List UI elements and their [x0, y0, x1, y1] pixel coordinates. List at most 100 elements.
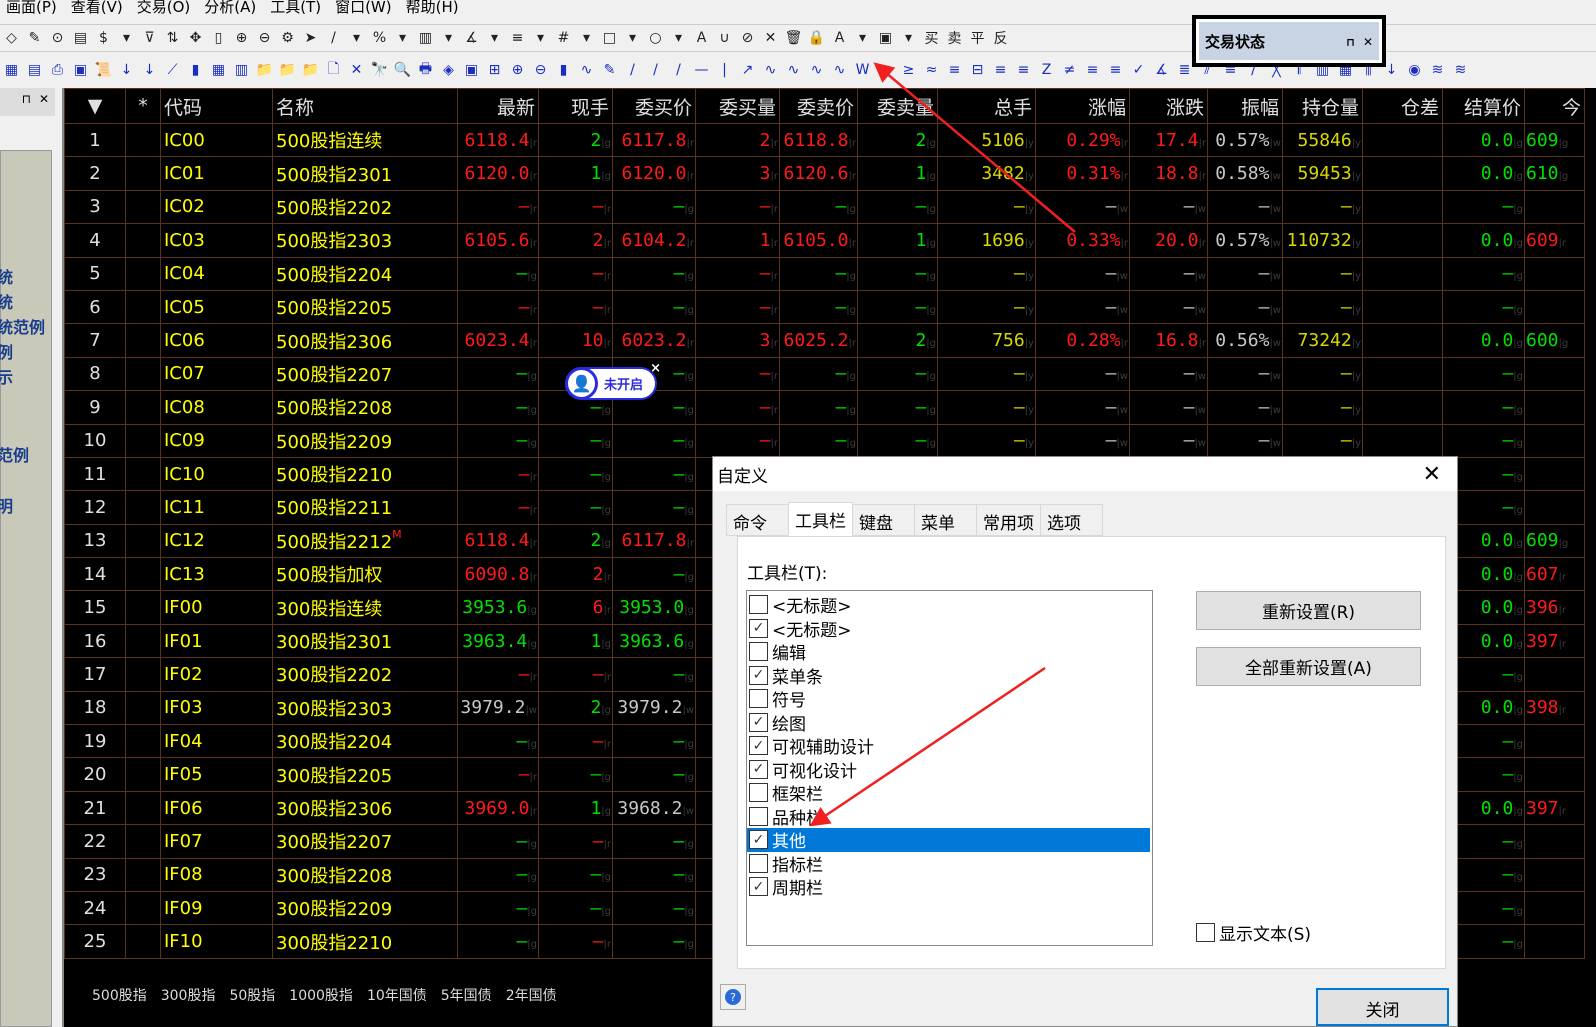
toolbar-button-icon[interactable]: ∿ — [575, 62, 598, 78]
toolbar-button-icon[interactable]: 反 — [989, 28, 1012, 48]
toolbar-button-icon[interactable]: ✓ — [1127, 62, 1150, 78]
toolbar-list-item[interactable]: ✓ 周期栏 — [747, 875, 1152, 899]
toolbar-button-icon[interactable]: ▾ — [851, 30, 874, 46]
checkbox[interactable] — [749, 806, 768, 826]
dialog-tab[interactable]: 选项 — [1040, 504, 1103, 536]
toolbar-list-item[interactable]: ✓ 菜单条 — [747, 664, 1152, 688]
toolbar-button-icon[interactable]: 📜 — [92, 62, 115, 78]
toolbar-button-icon[interactable]: ↗ — [736, 62, 759, 78]
toolbar-button-icon[interactable]: ≡ — [989, 62, 1012, 78]
column-header[interactable]: 现手 — [538, 88, 613, 124]
toolbar-button-icon[interactable]: ▤ — [23, 62, 46, 78]
category-tab[interactable]: 2年国债 — [506, 985, 557, 1005]
toolbar-button-icon[interactable]: 📁 — [276, 62, 299, 78]
toolbar-list-item[interactable]: ✓ 绘图 — [747, 711, 1152, 735]
toolbar-button-icon[interactable]: 🖶 — [414, 58, 437, 82]
toolbar-button-icon[interactable]: □ — [598, 30, 621, 46]
close-button[interactable]: 关闭 — [1316, 988, 1449, 1026]
table-row[interactable]: 3 IC02 500股指2202 —|r —|r —|g —|r —|g —|g —|y —|w —|… — [64, 189, 1585, 225]
dialog-tab[interactable]: 命令 — [726, 504, 789, 536]
toolbar-button-icon[interactable]: 买 — [920, 28, 943, 48]
toolbar-button-icon[interactable]: ⊖ — [253, 30, 276, 46]
toolbar-button-icon[interactable]: ▣ — [69, 62, 92, 78]
toolbar-list-item[interactable]: 品种栏 — [747, 805, 1152, 829]
toolbar-button-icon[interactable]: ≡ — [1012, 62, 1035, 78]
toolbar-button-icon[interactable]: ✕ — [345, 62, 368, 78]
column-header[interactable]: 振幅 — [1207, 88, 1283, 124]
reset-all-button[interactable]: 全部重新设置(A) — [1196, 647, 1421, 686]
dialog-tab[interactable]: 工具栏 — [788, 502, 853, 536]
table-row[interactable]: 2 IC01 500股指2301 6120.0|r 1|g 6120.0|r 3|r 6120… — [64, 156, 1585, 191]
category-tab[interactable]: 10年国债 — [367, 985, 427, 1005]
toolbar-list-item[interactable]: 框架栏 — [747, 781, 1152, 805]
toolbar-button-icon[interactable]: A — [690, 30, 713, 46]
toolbar-button-icon[interactable]: ⎙ — [46, 62, 69, 78]
tree-item[interactable]: 统 — [0, 289, 13, 313]
toolbar-list-item[interactable]: ✓ 可视化设计 — [747, 758, 1152, 782]
toolbar-button-icon[interactable]: 🗑 — [782, 30, 805, 46]
floating-widget[interactable]: 👤 未开启 × — [565, 361, 661, 400]
column-header[interactable]: ▼ — [64, 88, 126, 124]
checkbox-checked[interactable]: ✓ — [749, 877, 768, 897]
toolbar-button-icon[interactable]: 📁 — [299, 62, 322, 78]
toolbar-button-icon[interactable]: ▾ — [575, 30, 598, 46]
toolbar-button-icon[interactable]: ≈ — [920, 62, 943, 78]
column-header[interactable]: 委卖价 — [779, 88, 858, 124]
toolbar-button-icon[interactable]: — — [690, 62, 713, 78]
toolbar-button-icon[interactable]: ⊽ — [138, 30, 161, 46]
toolbar-button-icon[interactable]: ∡ — [1150, 62, 1173, 78]
column-header[interactable]: 委买价 — [612, 88, 696, 124]
column-header[interactable]: 涨幅 — [1035, 88, 1130, 124]
toolbar-button-icon[interactable]: ▦ — [0, 62, 23, 78]
dialog-tab[interactable]: 常用项 — [976, 504, 1041, 536]
toolbar-list-item[interactable]: ✓ <无标题> — [747, 617, 1152, 641]
toolbar-button-icon[interactable]: W — [851, 62, 874, 78]
menu-item[interactable]: 画面(P) — [6, 0, 57, 18]
toolbar-list-item[interactable]: <无标题> — [747, 593, 1152, 617]
toolbar-button-icon[interactable]: 🗋 — [322, 58, 345, 82]
column-header[interactable]: 名称 — [272, 88, 458, 124]
toolbar-button-icon[interactable]: ▦ — [207, 62, 230, 78]
toolbar-button-icon[interactable]: ∿ — [828, 62, 851, 78]
menu-item[interactable]: 交易(O) — [137, 0, 191, 18]
category-tab[interactable]: 300股指 — [161, 985, 216, 1005]
toolbar-button-icon[interactable]: ▣ — [874, 30, 897, 46]
toolbar-button-icon[interactable]: ≡ — [1081, 62, 1104, 78]
column-header[interactable]: 结算价 — [1442, 88, 1525, 124]
toolbar-button-icon[interactable]: / — [322, 30, 345, 46]
toolbar-list-item[interactable]: ✓ 可视辅助设计 — [747, 734, 1152, 758]
toolbar-button-icon[interactable]: ▾ — [529, 30, 552, 46]
tree-item[interactable]: 示 — [0, 364, 13, 388]
column-header[interactable]: 今 — [1524, 88, 1585, 124]
column-header[interactable]: 代码 — [160, 88, 273, 124]
toolbar-button-icon[interactable]: ⊕ — [230, 30, 253, 46]
checkbox-checked[interactable]: ✓ — [749, 759, 768, 779]
table-row[interactable]: 5 IC04 500股指2204 —|g —|r —|g —|r —|g —|g —|y —|w —|… — [64, 256, 1585, 291]
toolbar-button-icon[interactable]: / — [667, 62, 690, 78]
checkbox-checked[interactable]: ✓ — [749, 712, 768, 732]
menu-item[interactable]: 帮助(H) — [406, 0, 459, 18]
toolbar-button-icon[interactable]: ▾ — [115, 30, 138, 46]
toolbar-button-icon[interactable]: ≥ — [897, 62, 920, 78]
toolbar-button-icon[interactable]: ∿ — [805, 62, 828, 78]
column-header[interactable]: 持仓量 — [1282, 88, 1363, 124]
toolbar-button-icon[interactable]: ◉ — [1403, 62, 1426, 78]
toolbar-button-icon[interactable]: ∿ — [782, 62, 805, 78]
menu-item[interactable]: 分析(A) — [204, 0, 256, 18]
toolbar-button-icon[interactable]: ≡ — [1104, 62, 1127, 78]
close-icon[interactable]: ✕ — [39, 92, 49, 112]
checkbox[interactable] — [1196, 923, 1215, 942]
toolbar-button-icon[interactable]: ▮ — [184, 62, 207, 78]
toolbar-button-icon[interactable]: ➤ — [299, 30, 322, 46]
toolbar-button-icon[interactable]: ▾ — [897, 30, 920, 46]
tree-item[interactable]: 范例 — [0, 442, 29, 466]
tree-item[interactable]: 明 — [0, 493, 13, 517]
toolbar-button-icon[interactable]: A — [828, 30, 851, 46]
tree-item[interactable]: 统 — [0, 264, 13, 288]
toolbar-button-icon[interactable]: ≡ — [506, 30, 529, 46]
pin-icon[interactable]: ⊓ — [22, 92, 31, 112]
toolbar-button-icon[interactable]: ▾ — [437, 30, 460, 46]
toolbar-button-icon[interactable]: ⊙ — [46, 30, 69, 46]
checkbox[interactable] — [749, 853, 768, 873]
toolbar-button-icon[interactable]: / — [621, 62, 644, 78]
